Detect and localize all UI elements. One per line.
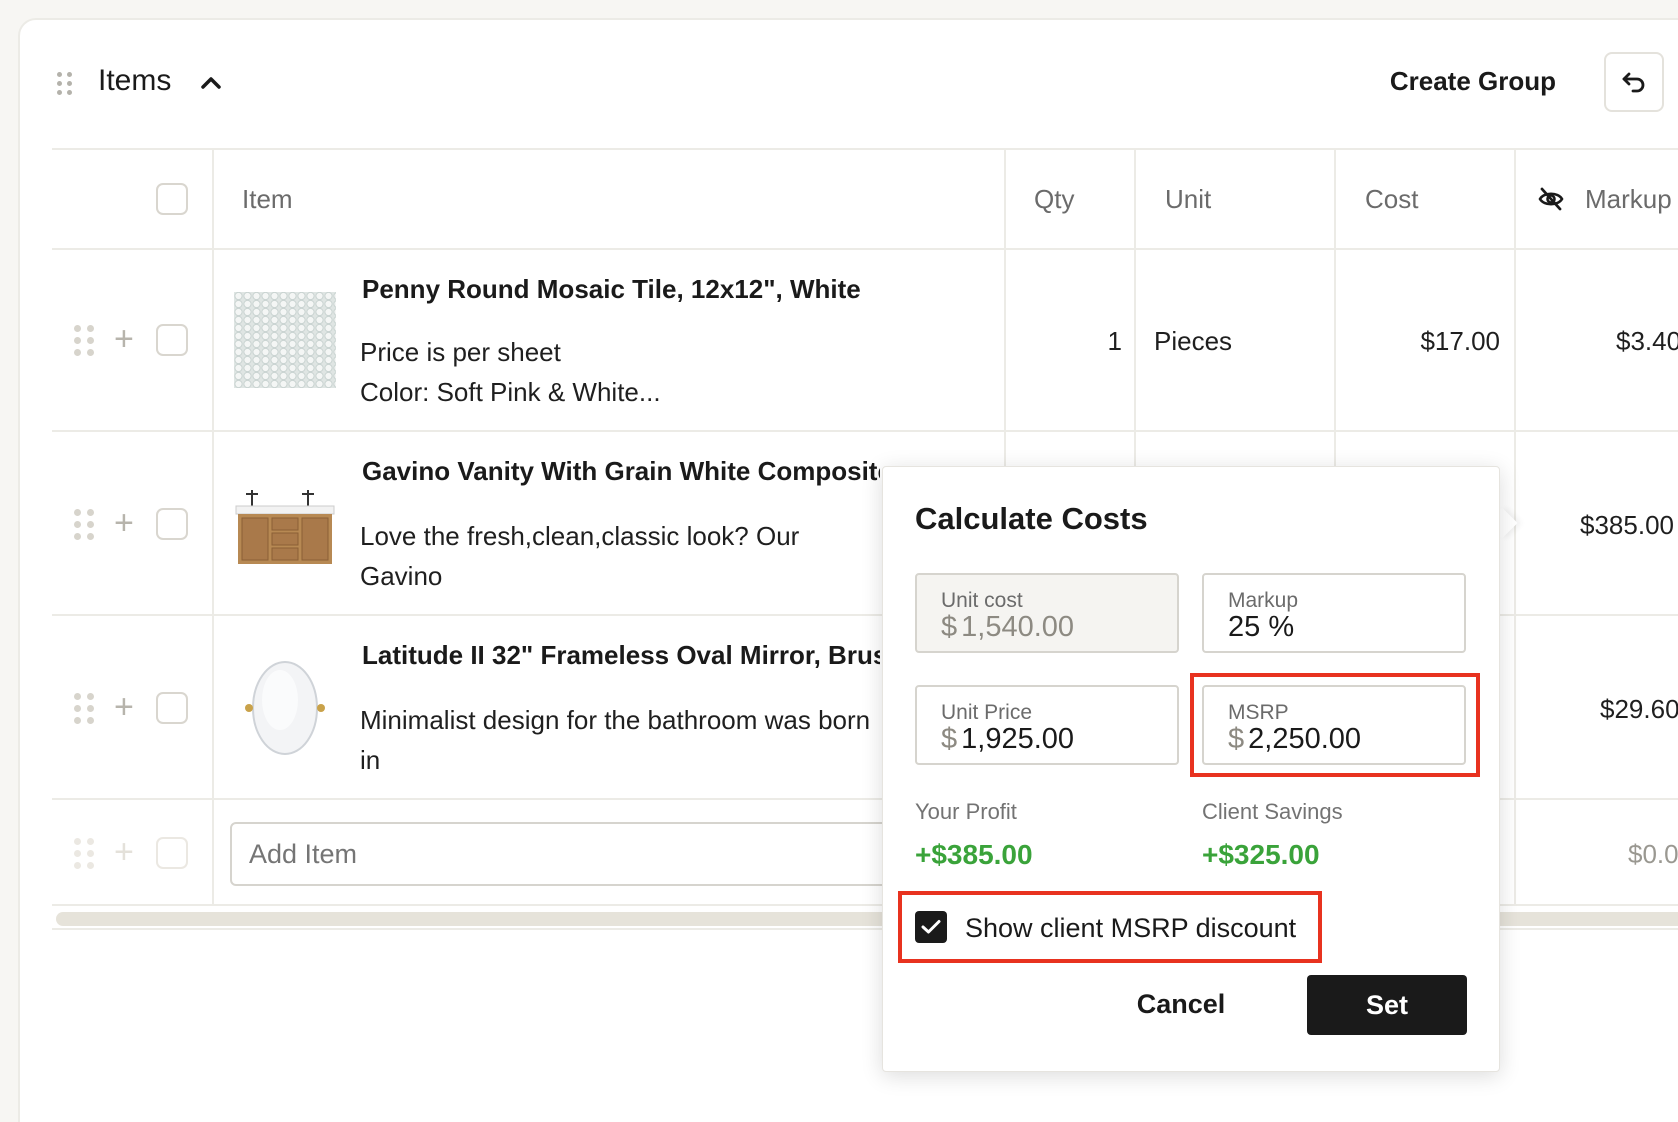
- msrp-label: MSRP: [1228, 701, 1289, 724]
- add-subitem-icon[interactable]: +: [114, 690, 134, 724]
- set-button[interactable]: Set: [1307, 975, 1467, 1035]
- item-description: Price is per sheet Color: Soft Pink & Wh…: [360, 337, 661, 407]
- row-checkbox[interactable]: [156, 692, 188, 724]
- msrp-field[interactable]: MSRP $2,250.00: [1202, 685, 1466, 765]
- column-header-item[interactable]: Item: [242, 184, 293, 215]
- currency-symbol: $: [941, 723, 958, 755]
- column-divider: [1004, 148, 1006, 466]
- add-item-input[interactable]: [230, 822, 920, 886]
- markup-cell: $0.00: [1628, 839, 1678, 869]
- cancel-button[interactable]: Cancel: [1119, 975, 1243, 1033]
- tile-thumbnail: [234, 292, 336, 388]
- calculate-costs-popover: Calculate Costs Unit cost $1,540.00 Mark…: [882, 466, 1500, 1072]
- markup-cell[interactable]: $3.40: [1616, 326, 1678, 357]
- row-checkbox[interactable]: [156, 324, 188, 356]
- unit-price-label: Unit Price: [941, 701, 1033, 724]
- section-drag-handle-icon[interactable]: [57, 72, 72, 95]
- msrp-value[interactable]: 2,250.00: [1248, 723, 1361, 755]
- markup-cell[interactable]: $385.00: [1580, 510, 1674, 541]
- column-divider: [212, 148, 214, 904]
- item-name[interactable]: Gavino Vanity With Grain White Composite: [362, 456, 880, 487]
- section-title: Items: [98, 64, 172, 97]
- add-subitem-icon[interactable]: +: [114, 322, 134, 356]
- unit-price-field[interactable]: Unit Price $1,925.00: [915, 685, 1179, 765]
- row-drag-handle-icon[interactable]: [74, 509, 94, 540]
- show-msrp-label[interactable]: Show client MSRP discount: [965, 913, 1296, 944]
- column-header-qty[interactable]: Qty: [1034, 184, 1074, 215]
- row-checkbox: [156, 837, 188, 869]
- unit-cell[interactable]: Pieces: [1154, 326, 1232, 357]
- column-header-markup[interactable]: Markup: [1585, 184, 1672, 215]
- header-row-border: [52, 248, 1678, 250]
- unit-cost-value: 1,540.00: [961, 611, 1075, 643]
- column-header-cost[interactable]: Cost: [1365, 184, 1418, 215]
- profit-value: +$385.00: [915, 839, 1033, 870]
- currency-symbol: $: [941, 611, 958, 643]
- checkmark-icon: [921, 920, 941, 934]
- vanity-thumbnail: [234, 476, 336, 572]
- item-name[interactable]: Penny Round Mosaic Tile, 12x12", White: [362, 274, 922, 305]
- column-divider: [1334, 148, 1336, 466]
- add-subitem-icon[interactable]: +: [114, 506, 134, 540]
- qty-cell[interactable]: 1: [1070, 326, 1122, 357]
- row-drag-handle-icon[interactable]: [74, 325, 94, 356]
- unit-cost-label: Unit cost: [941, 589, 1023, 612]
- unit-price-value[interactable]: 1,925.00: [961, 723, 1074, 755]
- row-drag-handle-icon[interactable]: [74, 693, 94, 724]
- add-subitem-icon: +: [114, 833, 134, 871]
- profit-label: Your Profit: [915, 799, 1017, 824]
- popover-title: Calculate Costs: [915, 501, 1148, 536]
- item-description: Minimalist design for the bathroom was b…: [360, 705, 871, 775]
- table-top-border: [52, 148, 1678, 150]
- select-all-checkbox[interactable]: [156, 183, 188, 215]
- mirror-thumbnail: [234, 660, 336, 756]
- savings-value: +$325.00: [1202, 839, 1320, 870]
- savings-label: Client Savings: [1202, 799, 1343, 824]
- markup-field[interactable]: Markup 25 %: [1202, 573, 1466, 653]
- row-drag-handle-icon: [74, 838, 94, 869]
- column-header-unit[interactable]: Unit: [1165, 184, 1211, 215]
- item-name[interactable]: Latitude II 32" Frameless Oval Mirror, B…: [362, 640, 880, 671]
- markup-label: Markup: [1228, 589, 1299, 612]
- show-msrp-checkbox[interactable]: [915, 911, 947, 943]
- row-checkbox[interactable]: [156, 508, 188, 540]
- eye-off-icon[interactable]: [1537, 186, 1565, 212]
- undo-icon: [1622, 72, 1645, 93]
- unit-cost-field: Unit cost $1,540.00: [915, 573, 1179, 653]
- currency-symbol: $: [1228, 723, 1245, 755]
- create-group-button[interactable]: Create Group: [1390, 66, 1556, 97]
- cost-cell[interactable]: $17.00: [1350, 326, 1500, 357]
- chevron-up-icon[interactable]: [200, 74, 222, 90]
- markup-cell[interactable]: $29.60: [1600, 694, 1678, 725]
- row-divider: [52, 430, 1678, 432]
- column-divider: [1134, 148, 1136, 466]
- item-description: Love the fresh,clean,classic look? Our G…: [360, 521, 800, 591]
- markup-value[interactable]: 25 %: [1228, 611, 1294, 644]
- undo-button[interactable]: [1604, 52, 1664, 112]
